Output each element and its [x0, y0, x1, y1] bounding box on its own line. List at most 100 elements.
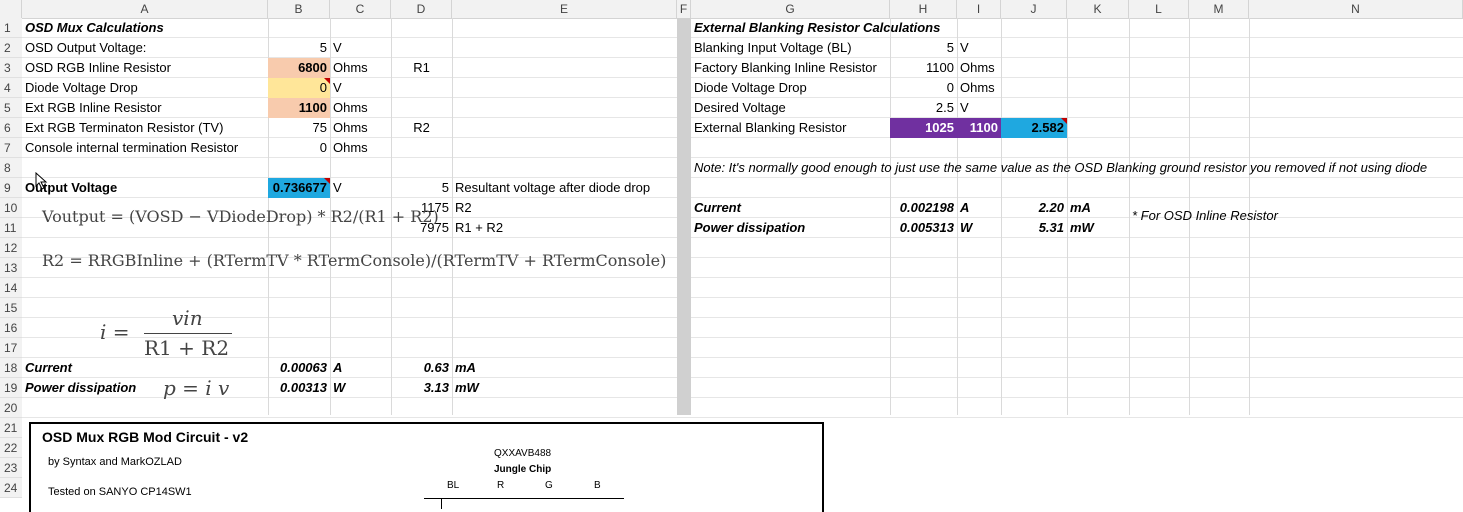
column-header-l[interactable]: L [1129, 0, 1189, 18]
value-external-blanking-i[interactable]: 1100 [957, 118, 1001, 138]
value-ext-rgb-inline-resistor[interactable]: 1100 [268, 98, 330, 118]
output-d-value[interactable]: 5 [391, 178, 452, 198]
row-header-10[interactable]: 10 [0, 198, 22, 218]
column-header-d[interactable]: D [391, 0, 452, 18]
unit-factory-blanking-resistor[interactable]: Ohms [957, 58, 1001, 78]
row-header-20[interactable]: 20 [0, 398, 22, 418]
column-header-i[interactable]: I [957, 0, 1001, 18]
label-desired-voltage[interactable]: Desired Voltage [691, 98, 890, 118]
formula-output-voltage[interactable]: Voutput = (VOSD − VDiodeDrop) * R2/(R1 +… [42, 207, 439, 226]
value-power-mw[interactable]: 3.13 [391, 378, 452, 398]
label-external-blanking-resistor[interactable]: External Blanking Resistor [691, 118, 890, 138]
row-header-16[interactable]: 16 [0, 318, 22, 338]
unit-blanking-power-mw[interactable]: mW [1067, 218, 1129, 238]
row-header-12[interactable]: 12 [0, 238, 22, 258]
row-header-14[interactable]: 14 [0, 278, 22, 298]
label-output-voltage[interactable]: Output Voltage [22, 178, 268, 198]
unit-blanking-current[interactable]: A [957, 198, 1001, 218]
value-external-blanking-resistor[interactable]: 1025 [890, 118, 957, 138]
value-ext-rgb-termination-resistor[interactable]: 75 [268, 118, 330, 138]
select-all-corner[interactable] [0, 0, 22, 18]
label-diode-voltage-drop[interactable]: Diode Voltage Drop [22, 78, 268, 98]
inline-resistor-footnote[interactable]: * For OSD Inline Resistor [1129, 206, 1329, 226]
osd-mux-title[interactable]: OSD Mux Calculations [22, 18, 268, 38]
value-diode-voltage-drop[interactable]: 0 [268, 78, 330, 98]
label-osd-rgb-inline-resistor[interactable]: OSD RGB Inline Resistor [22, 58, 268, 78]
row-header-18[interactable]: 18 [0, 358, 22, 378]
label-blanking-diode-drop[interactable]: Diode Voltage Drop [691, 78, 890, 98]
column-header-j[interactable]: J [1001, 0, 1067, 18]
row-header-11[interactable]: 11 [0, 218, 22, 238]
unit-current-ma[interactable]: mA [452, 358, 512, 378]
value-blanking-current-ma[interactable]: 2.20 [1001, 198, 1067, 218]
unit-console-termination-resistor[interactable]: Ohms [330, 138, 391, 158]
label-factory-blanking-resistor[interactable]: Factory Blanking Inline Resistor [691, 58, 890, 78]
value-desired-voltage[interactable]: 2.5 [890, 98, 957, 118]
row-header-17[interactable]: 17 [0, 338, 22, 358]
unit-blanking-diode-drop[interactable]: Ohms [957, 78, 1001, 98]
comment-indicator[interactable] [1061, 118, 1067, 124]
column-header-b[interactable]: B [268, 0, 330, 18]
output-e-note[interactable]: Resultant voltage after diode drop [452, 178, 677, 198]
label-blanking-current[interactable]: Current [691, 198, 890, 218]
column-header-n[interactable]: N [1249, 0, 1463, 18]
column-header-g[interactable]: G [691, 0, 890, 18]
label-ext-rgb-termination-resistor[interactable]: Ext RGB Terminaton Resistor (TV) [22, 118, 268, 138]
unit-output-voltage[interactable]: V [330, 178, 391, 198]
value-blanking-input-voltage[interactable]: 5 [890, 38, 957, 58]
unit-ext-rgb-inline-resistor[interactable]: Ohms [330, 98, 391, 118]
label-blanking-input-voltage[interactable]: Blanking Input Voltage (BL) [691, 38, 890, 58]
value-current-ma[interactable]: 0.63 [391, 358, 452, 378]
formula-current[interactable]: i = vin R1 + R2 [100, 306, 240, 362]
label-power-dissipation[interactable]: Power dissipation [22, 378, 142, 398]
formula-power[interactable]: p = i v [163, 376, 229, 400]
row-header-23[interactable]: 23 [0, 458, 22, 478]
column-header-e[interactable]: E [452, 0, 677, 18]
value-osd-output-voltage[interactable]: 5 [268, 38, 330, 58]
unit-power-mw[interactable]: mW [452, 378, 512, 398]
unit-osd-output-voltage[interactable]: V [330, 38, 391, 58]
value-blanking-power-mw[interactable]: 5.31 [1001, 218, 1067, 238]
value-console-termination-resistor[interactable]: 0 [268, 138, 330, 158]
blanking-title[interactable]: External Blanking Resistor Calculations [691, 18, 991, 38]
r1-plus-r2-label[interactable]: R1 + R2 [452, 218, 677, 238]
unit-desired-voltage[interactable]: V [957, 98, 1001, 118]
value-power[interactable]: 0.00313 [268, 378, 330, 398]
row-header-22[interactable]: 22 [0, 438, 22, 458]
row-header-13[interactable]: 13 [0, 258, 22, 278]
value-factory-blanking-resistor[interactable]: 1100 [890, 58, 957, 78]
unit-blanking-input-voltage[interactable]: V [957, 38, 1001, 58]
row-header-7[interactable]: 7 [0, 138, 22, 158]
row-header-8[interactable]: 8 [0, 158, 22, 178]
label-console-termination-resistor[interactable]: Console internal termination Resistor [22, 138, 268, 158]
column-header-m[interactable]: M [1189, 0, 1249, 18]
label-current[interactable]: Current [22, 358, 142, 378]
column-header-c[interactable]: C [330, 0, 391, 18]
unit-diode-voltage-drop[interactable]: V [330, 78, 391, 98]
unit-current[interactable]: A [330, 358, 391, 378]
column-header-a[interactable]: A [22, 0, 268, 18]
unit-ext-rgb-termination-resistor[interactable]: Ohms [330, 118, 391, 138]
blanking-note[interactable]: Note: It's normally good enough to just … [691, 158, 1463, 178]
row-header-1[interactable]: 1 [0, 18, 22, 38]
column-header-k[interactable]: K [1067, 0, 1129, 18]
row-header-15[interactable]: 15 [0, 298, 22, 318]
row-header-19[interactable]: 19 [0, 378, 22, 398]
unit-blanking-current-ma[interactable]: mA [1067, 198, 1129, 218]
row-header-4[interactable]: 4 [0, 78, 22, 98]
value-external-blanking-ratio[interactable]: 2.582 [1001, 118, 1067, 138]
circuit-diagram-image[interactable]: OSD Mux RGB Mod Circuit - v2 by Syntax a… [29, 422, 824, 512]
value-blanking-current[interactable]: 0.002198 [890, 198, 957, 218]
row-header-2[interactable]: 2 [0, 38, 22, 58]
column-header-f[interactable]: F [677, 0, 691, 18]
row-header-9[interactable]: 9 [0, 178, 22, 198]
unit-blanking-power[interactable]: W [957, 218, 1001, 238]
value-blanking-power[interactable]: 0.005313 [890, 218, 957, 238]
row-header-6[interactable]: 6 [0, 118, 22, 138]
label-ext-rgb-inline-resistor[interactable]: Ext RGB Inline Resistor [22, 98, 268, 118]
formula-r2[interactable]: R2 = RRGBInline + (RTermTV * RTermConsol… [42, 251, 666, 270]
unit-power[interactable]: W [330, 378, 391, 398]
value-blanking-diode-drop[interactable]: 0 [890, 78, 957, 98]
label-osd-output-voltage[interactable]: OSD Output Voltage: [22, 38, 268, 58]
row-header-24[interactable]: 24 [0, 478, 22, 498]
